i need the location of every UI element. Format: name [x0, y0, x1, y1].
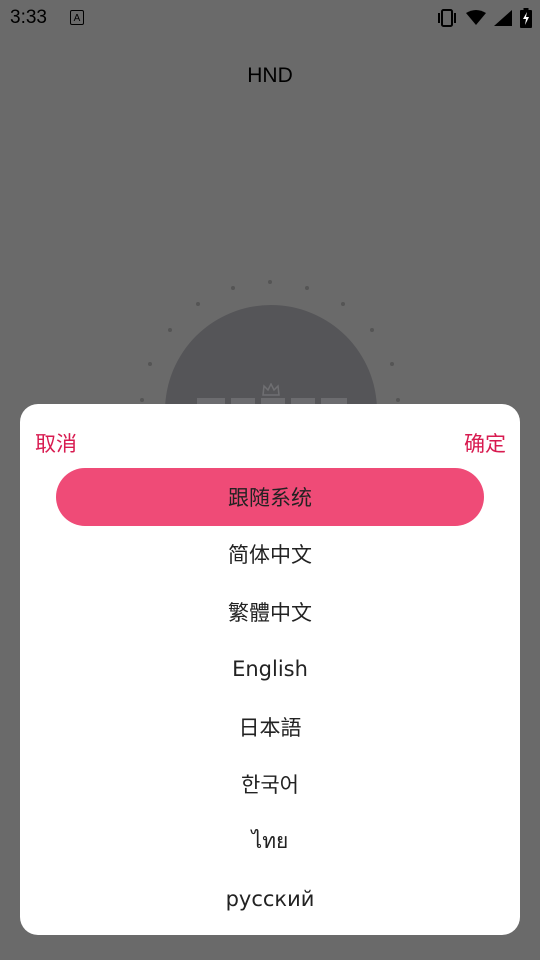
language-option-simplified-chinese[interactable]: 简体中文 — [56, 526, 484, 584]
screen: 3:33 A HND 取消 确定 跟随系统 简体中文 繁體中文 English … — [0, 0, 540, 960]
language-option-follow-system[interactable]: 跟随系统 — [56, 468, 484, 526]
crown-icon — [262, 383, 280, 396]
wifi-icon — [466, 10, 486, 25]
language-option-japanese[interactable]: 日本語 — [56, 698, 484, 756]
language-option-russian[interactable]: русский — [56, 871, 484, 929]
confirm-button[interactable]: 确定 — [464, 428, 506, 458]
language-option-list[interactable]: 跟随系统 简体中文 繁體中文 English 日本語 한국어 ไทย русск… — [56, 468, 484, 928]
battery-charging-icon — [520, 8, 532, 28]
language-option-traditional-chinese[interactable]: 繁體中文 — [56, 583, 484, 641]
page-title: HND — [247, 64, 293, 87]
language-picker-sheet: 取消 确定 跟随系统 简体中文 繁體中文 English 日本語 한국어 ไทย… — [20, 404, 520, 935]
vibrate-icon — [438, 9, 456, 27]
language-option-korean[interactable]: 한국어 — [56, 756, 484, 814]
status-bar: 3:33 A — [0, 0, 540, 36]
language-option-english[interactable]: English — [56, 641, 484, 699]
cancel-button[interactable]: 取消 — [35, 428, 77, 458]
status-icons — [436, 7, 532, 29]
language-option-thai[interactable]: ไทย — [56, 813, 484, 871]
status-time: 3:33 — [10, 7, 47, 28]
a-icon: A — [70, 10, 84, 25]
signal-icon — [494, 10, 512, 26]
